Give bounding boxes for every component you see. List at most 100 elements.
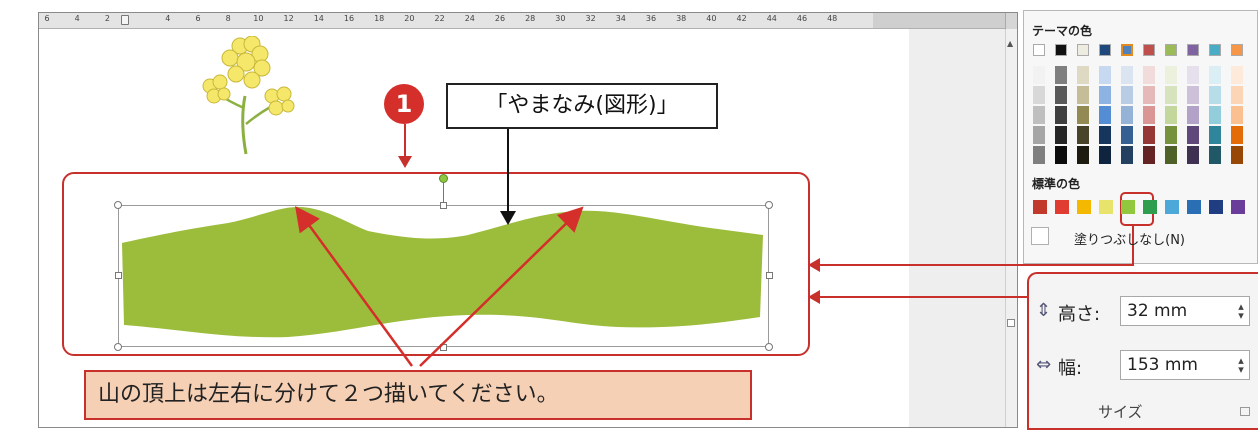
theme-color-swatch[interactable] <box>1121 44 1133 56</box>
theme-color-swatch[interactable] <box>1187 44 1199 56</box>
standard-color-swatch[interactable] <box>1165 200 1179 214</box>
ruler-tick-label: 2 <box>104 14 110 23</box>
scroll-split-icon[interactable] <box>1007 319 1015 327</box>
theme-shade-swatch[interactable] <box>1077 66 1089 84</box>
theme-shade-swatch[interactable] <box>1033 86 1045 104</box>
theme-shade-swatch[interactable] <box>1121 106 1133 124</box>
theme-shade-swatch[interactable] <box>1033 126 1045 144</box>
theme-shade-swatch[interactable] <box>1209 106 1221 124</box>
height-input[interactable]: 32 mm <box>1120 296 1250 326</box>
theme-shade-swatch[interactable] <box>1121 146 1133 164</box>
standard-color-swatch[interactable] <box>1143 200 1157 214</box>
resize-handle-right[interactable] <box>766 272 773 279</box>
theme-shade-swatch[interactable] <box>1209 66 1221 84</box>
ruler-indent-marker[interactable] <box>121 15 129 25</box>
theme-color-swatch[interactable] <box>1077 44 1089 56</box>
standard-color-swatch[interactable] <box>1099 200 1113 214</box>
standard-color-swatch[interactable] <box>1121 200 1135 214</box>
width-input[interactable]: 153 mm <box>1120 350 1250 380</box>
no-fill-option[interactable]: 塗りつぶしなし(N) <box>1074 229 1185 248</box>
theme-shade-swatch[interactable] <box>1055 66 1067 84</box>
theme-shade-swatch[interactable] <box>1143 106 1155 124</box>
theme-shade-swatch[interactable] <box>1209 86 1221 104</box>
resize-handle-bottom[interactable] <box>440 344 447 351</box>
theme-shade-swatch[interactable] <box>1231 66 1243 84</box>
theme-shade-swatch[interactable] <box>1055 126 1067 144</box>
theme-shade-swatch[interactable] <box>1099 86 1111 104</box>
dialog-launcher-icon[interactable] <box>1240 407 1250 416</box>
standard-color-swatch[interactable] <box>1077 200 1091 214</box>
resize-handle-left[interactable] <box>115 272 122 279</box>
resize-handle-bottom-right[interactable] <box>765 343 773 351</box>
theme-shade-swatch[interactable] <box>1165 86 1177 104</box>
theme-color-swatch[interactable] <box>1209 44 1221 56</box>
theme-shade-swatch[interactable] <box>1165 66 1177 84</box>
theme-shade-swatch[interactable] <box>1231 126 1243 144</box>
theme-shade-swatch[interactable] <box>1187 126 1199 144</box>
theme-shade-swatch[interactable] <box>1121 86 1133 104</box>
theme-shade-swatch[interactable] <box>1187 66 1199 84</box>
theme-shade-swatch[interactable] <box>1077 106 1089 124</box>
theme-shade-swatch[interactable] <box>1055 146 1067 164</box>
ruler-margin-area <box>873 13 1017 28</box>
theme-shade-swatch[interactable] <box>1143 146 1155 164</box>
vertical-scrollbar[interactable] <box>1005 29 1017 427</box>
theme-shade-swatch[interactable] <box>1143 126 1155 144</box>
resize-handle-top-left[interactable] <box>114 201 122 209</box>
theme-shade-swatch[interactable] <box>1055 86 1067 104</box>
rotation-handle[interactable] <box>439 174 448 183</box>
theme-shade-swatch[interactable] <box>1099 146 1111 164</box>
standard-color-swatch[interactable] <box>1055 200 1069 214</box>
standard-color-swatch[interactable] <box>1033 200 1047 214</box>
resize-handle-bottom-left[interactable] <box>114 343 122 351</box>
theme-shade-swatch[interactable] <box>1099 106 1111 124</box>
resize-handle-top-right[interactable] <box>765 201 773 209</box>
resize-handle-top[interactable] <box>440 202 447 209</box>
theme-shade-swatch[interactable] <box>1121 126 1133 144</box>
theme-shade-swatch[interactable] <box>1143 66 1155 84</box>
theme-shade-swatch[interactable] <box>1077 126 1089 144</box>
theme-shade-swatch[interactable] <box>1121 66 1133 84</box>
theme-color-swatch[interactable] <box>1143 44 1155 56</box>
theme-shade-swatch[interactable] <box>1077 86 1089 104</box>
ruler-tick-label: 22 <box>434 14 445 23</box>
theme-color-swatch[interactable] <box>1231 44 1243 56</box>
width-spinner-icon[interactable]: ▴ ▾ <box>1236 355 1246 375</box>
theme-shade-swatch[interactable] <box>1209 146 1221 164</box>
ruler-tick-label: 8 <box>225 14 231 23</box>
theme-shade-swatch[interactable] <box>1187 86 1199 104</box>
rotation-stem <box>443 183 444 203</box>
ruler-tick-label: 30 <box>555 14 566 23</box>
theme-shade-swatch[interactable] <box>1231 86 1243 104</box>
theme-shade-swatch[interactable] <box>1033 66 1045 84</box>
theme-color-swatch[interactable] <box>1165 44 1177 56</box>
ruler-tick-label: 42 <box>736 14 747 23</box>
theme-shade-swatch[interactable] <box>1077 146 1089 164</box>
theme-shade-swatch[interactable] <box>1165 146 1177 164</box>
theme-shade-swatch[interactable] <box>1055 106 1067 124</box>
theme-shade-swatch[interactable] <box>1033 146 1045 164</box>
theme-shade-swatch[interactable] <box>1187 146 1199 164</box>
theme-shade-swatch[interactable] <box>1231 106 1243 124</box>
horizontal-ruler[interactable]: 6 4 2 4 6 8 10 12 14 16 18 20 22 24 26 28 30 32 34 36 38 40 42… <box>39 13 1017 29</box>
ruler-toggle-button[interactable] <box>1005 13 1017 29</box>
height-spinner-icon[interactable]: ▴ ▾ <box>1236 301 1246 321</box>
theme-shade-swatch[interactable] <box>1143 86 1155 104</box>
no-fill-icon[interactable] <box>1031 227 1049 245</box>
standard-color-swatch[interactable] <box>1209 200 1223 214</box>
scroll-up-icon[interactable]: ▲ <box>1007 39 1013 48</box>
theme-shade-swatch[interactable] <box>1231 146 1243 164</box>
theme-color-swatch[interactable] <box>1099 44 1111 56</box>
theme-shade-swatch[interactable] <box>1209 126 1221 144</box>
theme-color-swatch[interactable] <box>1033 44 1045 56</box>
standard-color-swatch[interactable] <box>1231 200 1245 214</box>
theme-shade-swatch[interactable] <box>1165 106 1177 124</box>
theme-shade-swatch[interactable] <box>1099 126 1111 144</box>
theme-shade-swatch[interactable] <box>1165 126 1177 144</box>
theme-color-swatch[interactable] <box>1055 44 1067 56</box>
theme-shade-swatch[interactable] <box>1187 106 1199 124</box>
theme-shade-swatch[interactable] <box>1099 66 1111 84</box>
rapeseed-flower-clipart <box>202 36 295 155</box>
theme-shade-swatch[interactable] <box>1033 106 1045 124</box>
standard-color-swatch[interactable] <box>1187 200 1201 214</box>
